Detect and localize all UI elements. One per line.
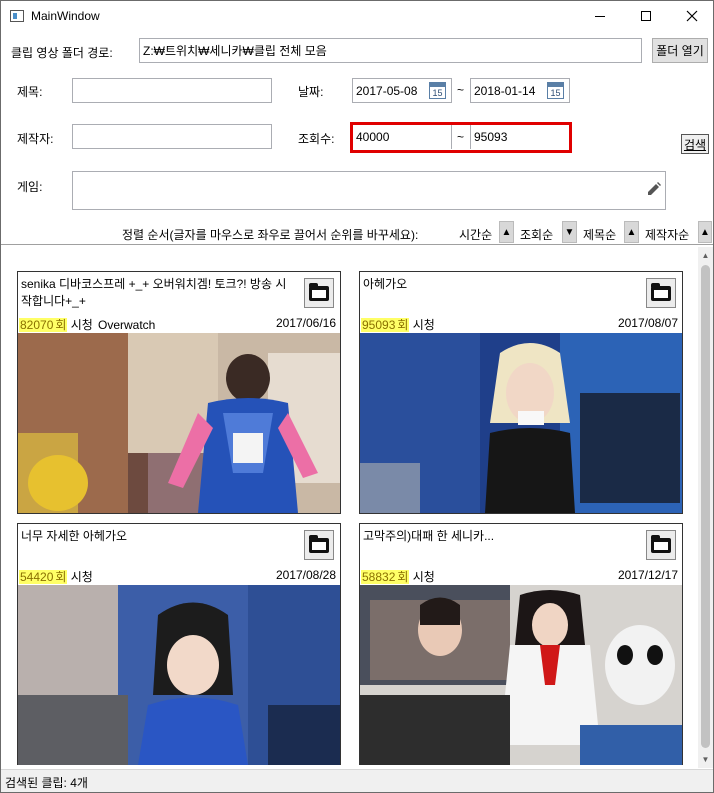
game-label: 게임: <box>17 180 43 194</box>
views-label: 조회수: <box>298 132 335 146</box>
date-to-value: 2018-01-14 <box>474 83 536 98</box>
calendar-icon[interactable]: 15 <box>429 82 446 99</box>
clip-date: 2017/06/16 <box>275 316 336 330</box>
author-label: 제작자: <box>17 132 54 146</box>
sort-up-arrow-icon[interactable]: ▲ <box>499 221 514 243</box>
watch-label: 시청 <box>412 570 435 584</box>
clip-results-panel[interactable]: senika 디바코스프레 +_+ 오버워치겜! 토크?! 방송 시작합니다+_… <box>2 245 712 769</box>
sort-up-arrow-icon[interactable]: ▲ <box>698 221 712 243</box>
sort-label: 정렬 순서(글자를 마우스로 좌우로 끌어서 순위를 바꾸세요): <box>122 228 419 242</box>
game-input[interactable] <box>72 171 666 210</box>
status-bar: 검색된 클립: 4개 <box>1 769 713 792</box>
open-clip-folder-button[interactable] <box>304 278 334 308</box>
clip-thumbnail[interactable] <box>18 585 340 765</box>
clip-title: 아헤가오 <box>363 277 408 291</box>
clip-card[interactable]: 너무 자세한 아헤가오 54420 회 시청 2017/08/28 <box>17 523 341 765</box>
view-count: 95093 <box>361 318 397 332</box>
title-input[interactable] <box>72 78 272 103</box>
app-icon <box>10 10 24 22</box>
search-button[interactable]: 검색 <box>681 134 709 154</box>
sort-item-title[interactable]: 제목순 <box>583 226 616 243</box>
folder-path-input[interactable]: Z:₩트위치₩세니카₩클립 전체 모음 <box>139 38 642 63</box>
calendar-icon[interactable]: 15 <box>547 82 564 99</box>
view-count: 58832 <box>361 570 397 584</box>
watch-label: 시청 <box>412 318 435 332</box>
folder-icon <box>651 534 671 553</box>
date-to-picker[interactable]: 2018-01-14 15 <box>470 78 570 103</box>
clip-views: 82070 회 시청 <box>19 316 93 333</box>
minimize-button[interactable] <box>577 1 623 31</box>
view-count: 54420 <box>19 570 55 584</box>
clip-title: 너무 자세한 아헤가오 <box>21 529 128 543</box>
view-suffix: 회 <box>54 318 68 332</box>
open-clip-folder-button[interactable] <box>646 278 676 308</box>
close-button[interactable] <box>669 1 714 31</box>
clip-title: senika 디바코스프레 +_+ 오버워치겜! 토크?! 방송 시작합니다+_… <box>21 277 287 308</box>
edit-pencil-icon[interactable] <box>646 181 662 197</box>
view-suffix: 회 <box>396 318 410 332</box>
watch-label: 시청 <box>70 570 93 584</box>
date-from-picker[interactable]: 2017-05-08 15 <box>352 78 452 103</box>
clip-views: 95093 회 시청 <box>361 316 435 333</box>
main-window: MainWindow 클립 영상 폴더 경로: Z:₩트위치₩세니카₩클립 전체… <box>0 0 714 793</box>
clip-card[interactable]: 고막주의)대패 한 세니카... 58832 회 시청 2017/12/17 <box>359 523 683 765</box>
clip-thumbnail[interactable] <box>360 333 682 513</box>
sort-item-author[interactable]: 제작자순 <box>645 226 689 243</box>
folder-path-label: 클립 영상 폴더 경로: <box>11 46 113 60</box>
clip-date: 2017/08/07 <box>617 316 678 330</box>
folder-icon <box>309 534 329 553</box>
sort-up-arrow-icon[interactable]: ▲ <box>624 221 639 243</box>
maximize-button[interactable] <box>623 1 669 31</box>
clip-game: Overwatch <box>98 318 156 332</box>
title-label: 제목: <box>17 85 43 99</box>
scroll-thumb[interactable] <box>701 265 710 748</box>
minimize-icon <box>595 15 605 17</box>
clip-thumbnail[interactable] <box>360 585 682 765</box>
date-from-value: 2017-05-08 <box>356 83 418 98</box>
results-scrollbar[interactable]: ▲ ▼ <box>698 247 713 768</box>
folder-path-value: Z:₩트위치₩세니카₩클립 전체 모음 <box>143 44 327 58</box>
view-suffix: 회 <box>396 570 410 584</box>
views-highlight-box <box>350 122 572 153</box>
calendar-day: 15 <box>550 88 561 98</box>
clip-card[interactable]: 아헤가오 95093 회 시청 2017/08/07 <box>359 271 683 514</box>
view-suffix: 회 <box>54 570 68 584</box>
view-count: 82070 <box>19 318 55 332</box>
maximize-icon <box>641 11 651 21</box>
title-bar: MainWindow <box>1 1 713 31</box>
sort-item-views[interactable]: 조회순 <box>520 226 553 243</box>
author-input[interactable] <box>72 124 272 149</box>
open-folder-button[interactable]: 폴더 열기 <box>652 38 708 63</box>
scroll-up-arrow-icon[interactable]: ▲ <box>698 247 713 264</box>
status-text: 검색된 클립: 4개 <box>5 776 88 790</box>
clip-date: 2017/12/17 <box>617 568 678 582</box>
close-icon <box>686 10 698 22</box>
scroll-down-arrow-icon[interactable]: ▼ <box>698 751 713 768</box>
sort-item-time[interactable]: 시간순 <box>459 226 492 243</box>
clip-thumbnail[interactable] <box>18 333 340 513</box>
date-label: 날짜: <box>298 85 324 99</box>
watch-label: 시청 <box>70 318 93 332</box>
folder-icon <box>651 282 671 301</box>
clip-date: 2017/08/28 <box>275 568 336 582</box>
clip-views: 58832 회 시청 <box>361 568 435 585</box>
sort-down-arrow-icon[interactable]: ▼ <box>562 221 577 243</box>
clip-title: 고막주의)대패 한 세니카... <box>363 529 495 543</box>
window-title: MainWindow <box>31 9 100 23</box>
open-clip-folder-button[interactable] <box>646 530 676 560</box>
clip-card[interactable]: senika 디바코스프레 +_+ 오버워치겜! 토크?! 방송 시작합니다+_… <box>17 271 341 514</box>
open-clip-folder-button[interactable] <box>304 530 334 560</box>
clip-views: 54420 회 시청 <box>19 568 93 585</box>
folder-icon <box>309 282 329 301</box>
calendar-day: 15 <box>432 88 443 98</box>
date-separator: ~ <box>457 83 465 97</box>
